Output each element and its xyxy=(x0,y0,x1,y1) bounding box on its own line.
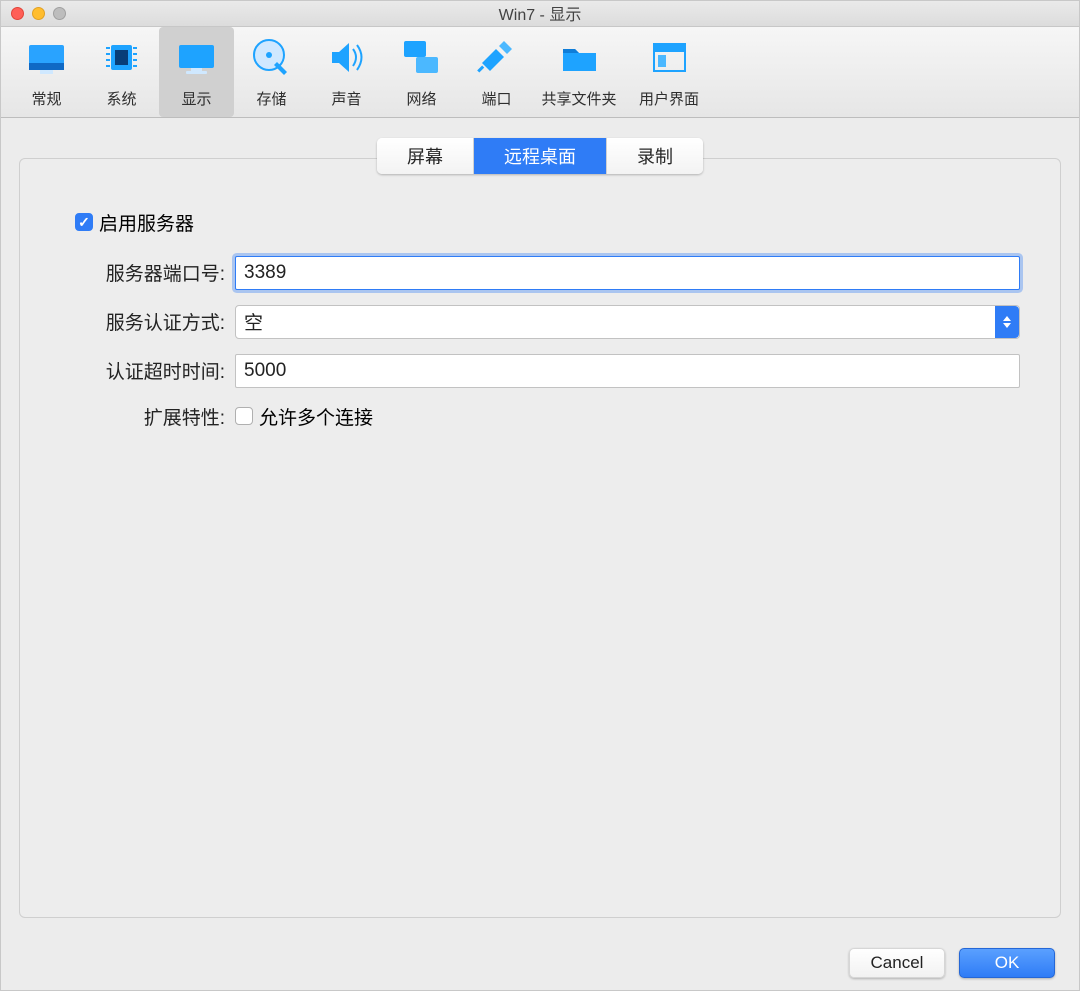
toolbar-item-audio[interactable]: 声音 xyxy=(309,27,384,117)
extended-label: 扩展特性: xyxy=(60,403,235,430)
toolbar-label: 显示 xyxy=(181,88,211,109)
enable-server-checkbox[interactable] xyxy=(75,213,93,231)
ui-icon xyxy=(647,35,692,80)
row-server-port: 服务器端口号: xyxy=(60,256,1020,290)
toolbar-label: 声音 xyxy=(331,88,361,109)
enable-server-label: 启用服务器 xyxy=(99,209,194,236)
select-arrows-icon xyxy=(995,306,1019,338)
network-icon xyxy=(399,35,444,80)
auth-method-label: 服务认证方式: xyxy=(60,308,235,335)
allow-multiple-connections-checkbox[interactable] xyxy=(235,407,253,425)
display-subtabs: 屏幕 远程桌面 录制 xyxy=(1,138,1079,174)
auth-timeout-label: 认证超时时间: xyxy=(60,357,235,384)
toolbar-item-shared-folders[interactable]: 共享文件夹 xyxy=(534,27,624,117)
row-extended: 扩展特性: 允许多个连接 xyxy=(60,403,1020,430)
tab-remote-desktop[interactable]: 远程桌面 xyxy=(474,138,607,174)
segmented-control: 屏幕 远程桌面 录制 xyxy=(377,138,703,174)
display-icon xyxy=(174,35,219,80)
zoom-icon xyxy=(53,7,66,20)
cancel-button[interactable]: Cancel xyxy=(849,948,945,978)
toolbar-item-ports[interactable]: 端口 xyxy=(459,27,534,117)
row-enable-server: 启用服务器 xyxy=(75,209,1020,236)
auth-method-select[interactable]: 空 xyxy=(235,305,1020,339)
row-auth-timeout: 认证超时时间: xyxy=(60,354,1020,388)
storage-icon xyxy=(249,35,294,80)
settings-toolbar: 常规 系统 显示 存储 声音 网络 端口 xyxy=(1,27,1079,118)
content-panel-wrap: 启用服务器 服务器端口号: 服务认证方式: 空 认证超时时间: 扩 xyxy=(1,158,1079,936)
close-icon[interactable] xyxy=(11,7,24,20)
ports-icon xyxy=(474,35,519,80)
minimize-icon[interactable] xyxy=(32,7,45,20)
general-icon xyxy=(24,35,69,80)
toolbar-item-general[interactable]: 常规 xyxy=(9,27,84,117)
audio-icon xyxy=(324,35,369,80)
toolbar-label: 系统 xyxy=(106,88,136,109)
window-title: Win7 - 显示 xyxy=(1,1,1079,25)
system-icon xyxy=(99,35,144,80)
server-port-label: 服务器端口号: xyxy=(60,259,235,286)
toolbar-label: 存储 xyxy=(256,88,286,109)
server-port-input[interactable] xyxy=(235,256,1020,290)
toolbar-item-storage[interactable]: 存储 xyxy=(234,27,309,117)
row-auth-method: 服务认证方式: 空 xyxy=(60,305,1020,339)
titlebar: Win7 - 显示 xyxy=(1,1,1079,27)
tab-screen[interactable]: 屏幕 xyxy=(377,138,474,174)
allow-multiple-connections-label: 允许多个连接 xyxy=(259,403,373,430)
auth-timeout-input[interactable] xyxy=(235,354,1020,388)
toolbar-item-user-interface[interactable]: 用户界面 xyxy=(624,27,714,117)
toolbar-label: 用户界面 xyxy=(639,88,699,109)
folder-icon xyxy=(557,35,602,80)
ok-button[interactable]: OK xyxy=(959,948,1055,978)
tab-recording[interactable]: 录制 xyxy=(607,138,703,174)
auth-method-value: 空 xyxy=(244,308,263,335)
toolbar-item-display[interactable]: 显示 xyxy=(159,27,234,117)
toolbar-label: 网络 xyxy=(406,88,436,109)
dialog-footer: Cancel OK xyxy=(1,936,1079,990)
toolbar-item-system[interactable]: 系统 xyxy=(84,27,159,117)
toolbar-label: 共享文件夹 xyxy=(541,88,616,109)
toolbar-label: 端口 xyxy=(481,88,511,109)
toolbar-label: 常规 xyxy=(31,88,61,109)
window-controls xyxy=(11,7,66,20)
toolbar-item-network[interactable]: 网络 xyxy=(384,27,459,117)
remote-desktop-panel: 启用服务器 服务器端口号: 服务认证方式: 空 认证超时时间: 扩 xyxy=(19,158,1061,918)
